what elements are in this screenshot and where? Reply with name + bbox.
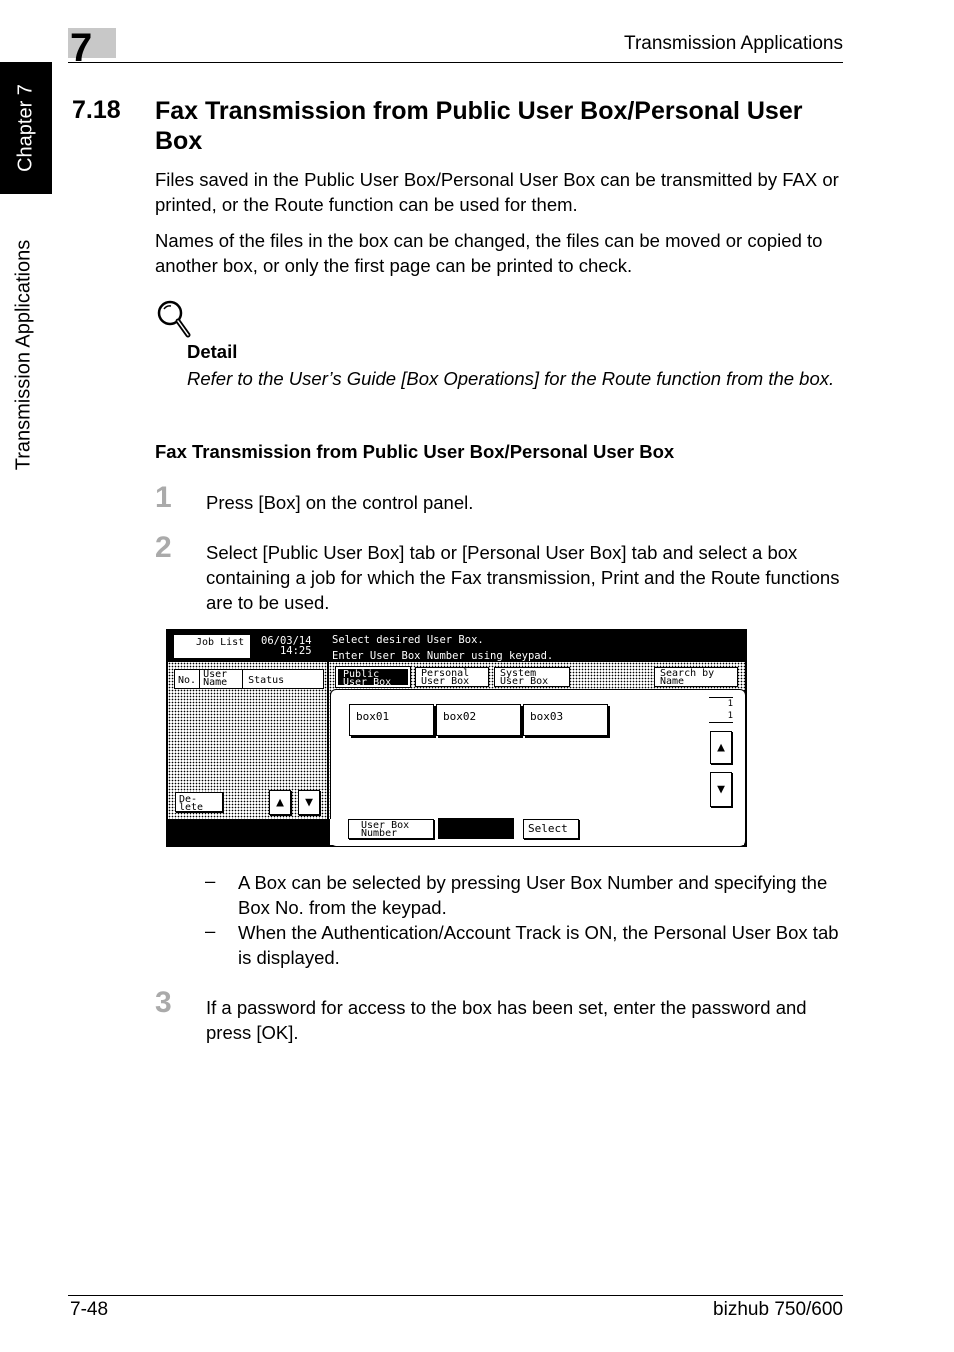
arrow-up-icon: ▲ [276, 795, 284, 810]
control-panel-screen: Job List 06/03/14 14:25 No. User Name St… [166, 629, 747, 847]
select-button[interactable]: Select [523, 819, 579, 839]
box-button-box01[interactable]: box01 [349, 704, 434, 736]
job-table-header: No. User Name Status [174, 669, 324, 689]
page-number: 7-48 [70, 1299, 109, 1320]
job-list-button[interactable]: Job List [173, 634, 251, 659]
step-text-2: Select [Public User Box] tab or [Persona… [206, 542, 840, 613]
box-button-box02[interactable]: box02 [436, 704, 521, 736]
tab-public-user-box[interactable]: Public User Box [335, 666, 411, 688]
section-number: 7.18 [72, 96, 121, 124]
tab-personal-user-box[interactable]: Personal User Box [415, 667, 489, 687]
header-title: Transmission Applications [624, 33, 843, 54]
step-number-2: 2 [155, 531, 172, 564]
detail-text: Refer to the User’s Guide [Box Operation… [187, 368, 835, 389]
chapter-number: 7 [70, 26, 93, 70]
scroll-up-button[interactable]: ▲ [269, 790, 291, 815]
intro-paragraph-2: Names of the files in the box can be cha… [155, 230, 823, 276]
magnifier-icon [157, 300, 191, 338]
side-section-label: Transmission Applications [12, 239, 35, 471]
product-name: bizhub 750/600 [713, 1299, 843, 1320]
page-up-button[interactable]: ▲ [710, 731, 732, 764]
search-by-name-button[interactable]: Search by Name [654, 667, 738, 687]
detail-label: Detail [187, 341, 238, 362]
footer-rule [68, 1295, 843, 1296]
note-dash: – [205, 870, 216, 891]
datetime-readout: 06/03/14 14:25 [261, 635, 312, 657]
arrow-up-icon: ▲ [717, 740, 725, 755]
page-down-button[interactable]: ▼ [710, 772, 732, 807]
side-chapter-label: Chapter 7 [14, 84, 37, 172]
message-line-1: Select desired User Box. [332, 634, 484, 646]
arrow-down-icon: ▼ [717, 782, 725, 797]
column-no: No. [175, 670, 201, 688]
note-dash: – [205, 920, 216, 941]
section-title: Fax Transmission from Public User Box/Pe… [155, 97, 803, 155]
step-number-3: 3 [155, 986, 172, 1019]
column-status: Status [248, 675, 285, 686]
procedure-subheading: Fax Transmission from Public User Box/Pe… [155, 441, 675, 462]
step-number-1: 1 [155, 481, 172, 514]
step-text-3: If a password for access to the box has … [206, 997, 807, 1043]
box-label: box01 [356, 710, 390, 723]
page-indicator: 1 1 [709, 697, 733, 723]
message-line-2: Enter User Box Number using keypad. [332, 650, 554, 662]
step-text-1: Press [Box] on the control panel. [206, 492, 474, 513]
scroll-down-button[interactable]: ▼ [298, 790, 320, 815]
column-user-name: User Name [200, 670, 244, 688]
box-label: box02 [443, 710, 477, 723]
note-text-1: A Box can be selected by pressing User B… [238, 872, 828, 918]
box-button-box03[interactable]: box03 [523, 704, 608, 736]
intro-paragraph-1: Files saved in the Public User Box/Perso… [155, 169, 839, 215]
tab-system-user-box[interactable]: System User Box [494, 667, 570, 687]
blank-button [438, 818, 514, 839]
delete-button[interactable]: De-lete [175, 792, 223, 813]
note-text-2: When the Authentication/Account Track is… [238, 922, 839, 968]
arrow-down-icon: ▼ [305, 795, 313, 810]
user-box-number-button[interactable]: User Box Number [348, 819, 434, 839]
header-rule [68, 62, 843, 63]
box-label: box03 [530, 710, 564, 723]
